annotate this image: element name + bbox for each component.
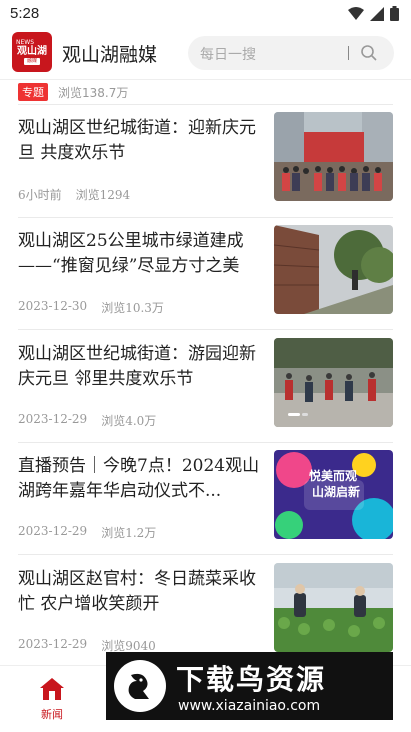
- status-time: 5:28: [10, 5, 40, 22]
- divider: [18, 104, 393, 105]
- article-meta: 2023-12-30 浏览10.3万: [18, 299, 164, 316]
- bird-icon: [128, 673, 149, 699]
- app-title: 观山湖融媒: [62, 44, 158, 66]
- article-title: 观山湖区世纪城街道：游园迎新庆元旦 邻里共度欢乐节: [18, 344, 256, 389]
- app-header: NEWS 观山湖 融媒 观山湖融媒 每日一搜: [0, 28, 411, 80]
- article-time: 6小时前: [18, 188, 62, 202]
- article-meta: 6小时前 浏览1294: [18, 186, 130, 203]
- watermark-overlay: 下载鸟资源 www.xiazainiao.com: [106, 652, 393, 720]
- article-thumbnail: [274, 225, 393, 314]
- article-title: 直播预告｜今晚7点！2024观山湖跨年嘉年华启动仪式不...: [18, 456, 260, 501]
- article-thumbnail: [274, 563, 393, 652]
- tab-news-label: 新闻: [41, 708, 63, 721]
- signal-icon: [370, 6, 384, 21]
- article-time: 2023-12-30: [18, 299, 88, 313]
- divider: [18, 217, 393, 218]
- article-views: 浏览4.0万: [101, 414, 157, 428]
- article-item[interactable]: 观山湖区世纪城街道：游园迎新庆元旦 邻里共度欢乐节 2023-12-29 浏览4…: [0, 332, 411, 445]
- search-placeholder: 每日一搜: [200, 47, 256, 63]
- tab-news[interactable]: 新闻: [22, 676, 82, 726]
- battery-icon: [390, 6, 399, 21]
- article-thumbnail: [274, 112, 393, 201]
- article-item[interactable]: 观山湖区赵官村：冬日蔬菜采收忙 农户增收笑颜开 2023-12-29 浏览904…: [0, 557, 411, 665]
- article-title: 观山湖区赵官村：冬日蔬菜采收忙 农户增收笑颜开: [18, 569, 256, 614]
- thumb-banner-line2: 山湖启新: [312, 484, 360, 499]
- search-box[interactable]: 每日一搜: [188, 36, 394, 70]
- thumb-banner-line1: 悦美而观: [309, 468, 357, 483]
- article-meta: 2023-12-29 浏览1.2万: [18, 524, 156, 541]
- app-logo: NEWS 观山湖 融媒: [12, 32, 52, 72]
- watermark-logo: [114, 660, 166, 712]
- divider: [18, 442, 393, 443]
- search-icon[interactable]: [360, 44, 378, 62]
- article-time: 2023-12-29: [18, 412, 88, 426]
- article-thumbnail: 悦美而观 山湖启新: [274, 450, 393, 539]
- home-icon: [40, 678, 64, 700]
- article-views: 浏览1294: [75, 188, 131, 202]
- search-divider: [348, 46, 349, 60]
- article-item[interactable]: 直播预告｜今晚7点！2024观山湖跨年嘉年华启动仪式不... 2023-12-2…: [0, 444, 411, 557]
- logo-main-text: 观山湖: [17, 46, 47, 57]
- logo-sub-text: 融媒: [23, 58, 40, 65]
- article-title: 观山湖区25公里城市绿道建成——“推窗见绿”尽显方寸之美: [18, 231, 244, 276]
- status-bar: 5:28: [0, 0, 411, 28]
- article-meta: 2023-12-29 浏览4.0万: [18, 412, 156, 429]
- watermark-title: 下载鸟资源: [176, 663, 327, 696]
- wifi-icon: [348, 6, 364, 20]
- divider: [18, 329, 393, 330]
- article-time: 2023-12-29: [18, 524, 88, 538]
- article-item[interactable]: 观山湖区世纪城街道：迎新庆元旦 共度欢乐节 6小时前 浏览1294: [0, 106, 411, 219]
- article-time: 2023-12-29: [18, 637, 88, 651]
- article-title: 观山湖区世纪城街道：迎新庆元旦 共度欢乐节: [18, 118, 256, 163]
- logo-news-text: NEWS: [16, 39, 35, 46]
- article-views: 浏览1.2万: [101, 526, 157, 540]
- topic-tag: 专题: [18, 83, 48, 101]
- watermark-url: www.xiazainiao.com: [178, 698, 321, 714]
- view-count: 浏览138.7万: [58, 85, 129, 100]
- article-item[interactable]: 观山湖区25公里城市绿道建成——“推窗见绿”尽显方寸之美 2023-12-30 …: [0, 219, 411, 332]
- status-icons: [348, 6, 399, 21]
- news-feed[interactable]: 专题 浏览138.7万 观山湖区世纪城街道：迎新庆元旦 共度欢乐节 6小时前 浏…: [0, 80, 411, 665]
- article-thumbnail: [274, 338, 393, 427]
- divider: [18, 554, 393, 555]
- article-views: 浏览10.3万: [101, 301, 164, 315]
- top-item-meta[interactable]: 专题 浏览138.7万: [18, 82, 128, 102]
